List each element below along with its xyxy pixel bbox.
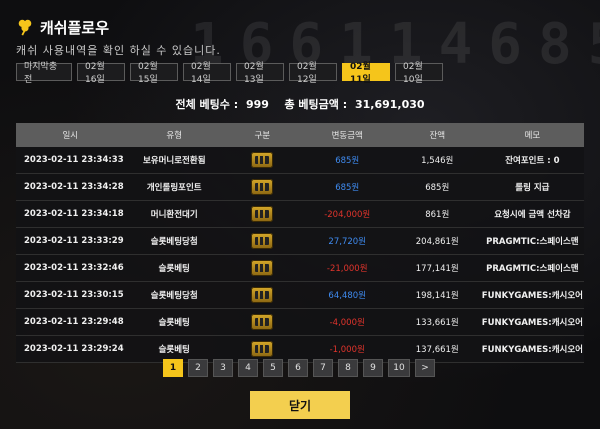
cell-category bbox=[223, 147, 301, 174]
column-header-memo: 메모 bbox=[480, 123, 584, 147]
cell-memo: FUNKYGAMES:캐시오어 bbox=[480, 281, 584, 309]
slot-machine-icon bbox=[251, 287, 274, 303]
cell-category bbox=[223, 308, 301, 336]
cell-date: 2023-02-11 23:34:28 bbox=[16, 173, 125, 201]
table-row: 2023-02-11 23:29:48 슬롯베팅 -4,000원 133,661원 FU… bbox=[16, 308, 584, 336]
cell-balance: 204,861원 bbox=[393, 227, 481, 255]
page-button[interactable]: 7 bbox=[313, 359, 333, 377]
tab-date-active[interactable]: 02월 11일 bbox=[342, 62, 390, 85]
cell-type: 슬롯베팅당첨 bbox=[124, 281, 224, 309]
table-row: 2023-02-11 23:33:29 슬롯베팅당첨 27,720원 204,861원… bbox=[16, 227, 584, 255]
cell-type: 슬롯베팅 bbox=[124, 308, 224, 336]
cell-category bbox=[223, 227, 301, 255]
cell-balance: 198,141원 bbox=[393, 281, 481, 309]
cell-memo: 요청시에 금액 선차감 bbox=[480, 200, 584, 228]
cell-date: 2023-02-11 23:34:33 bbox=[16, 147, 125, 174]
tab-date[interactable]: 02월 14일 bbox=[183, 62, 231, 85]
page-button[interactable]: 5 bbox=[263, 359, 283, 377]
table-row: 2023-02-11 23:34:18 머니환전대기 -204,000원 861원 요청… bbox=[16, 200, 584, 228]
page-button[interactable]: 9 bbox=[363, 359, 383, 377]
column-header-date: 일시 bbox=[16, 123, 125, 147]
tab-date[interactable]: 02월 12일 bbox=[289, 62, 337, 85]
cell-amount: -204,000원 bbox=[300, 200, 394, 228]
page-subtitle: 캐쉬 사용내역을 확인 하실 수 있습니다. bbox=[16, 44, 221, 57]
tab-date[interactable]: 02월 13일 bbox=[236, 62, 284, 85]
cell-amount: 685원 bbox=[300, 147, 394, 174]
page-title: 캐쉬플로우 bbox=[40, 18, 110, 37]
bet-count-label: 전체 베팅수 : bbox=[175, 98, 239, 111]
cell-balance: 685원 bbox=[393, 173, 481, 201]
slot-machine-icon bbox=[251, 206, 274, 222]
close-button[interactable]: 닫기 bbox=[250, 391, 350, 419]
next-page-button[interactable]: > bbox=[415, 359, 435, 377]
slot-machine-icon bbox=[251, 341, 274, 357]
table-header-row: 일시 유형 구분 변동금액 잔액 메모 bbox=[16, 123, 584, 147]
cell-category bbox=[223, 173, 301, 201]
cell-type: 개인롤링포인트 bbox=[124, 173, 224, 201]
table-row: 2023-02-11 23:32:46 슬롯베팅 -21,000원 177,141원 P… bbox=[16, 254, 584, 282]
cell-memo: PRAGMTIC:스페이스맨 bbox=[480, 227, 584, 255]
page-button[interactable]: 10 bbox=[388, 359, 410, 377]
cell-category bbox=[223, 281, 301, 309]
cell-amount: -21,000원 bbox=[300, 254, 394, 282]
cell-memo: FUNKYGAMES:캐시오어 bbox=[480, 335, 584, 363]
tab-date[interactable]: 02월 15일 bbox=[130, 62, 178, 85]
cell-balance: 1,546원 bbox=[393, 147, 481, 174]
cell-balance: 861원 bbox=[393, 200, 481, 228]
cell-category bbox=[223, 200, 301, 228]
cell-balance: 177,141원 bbox=[393, 254, 481, 282]
table-row: 2023-02-11 23:34:33 보유머니로전환됨 685원 1,546원 잔여포… bbox=[16, 147, 584, 174]
cell-date: 2023-02-11 23:34:18 bbox=[16, 200, 125, 228]
column-header-type: 유형 bbox=[124, 123, 224, 147]
cell-memo: PRAGMTIC:스페이스맨 bbox=[480, 254, 584, 282]
pagination: 1 2 3 4 5 6 7 8 9 10 > bbox=[163, 359, 435, 377]
table-row: 2023-02-11 23:34:28 개인롤링포인트 685원 685원 롤링 지급 bbox=[16, 173, 584, 201]
bet-count-value: 999 bbox=[245, 98, 269, 111]
clover-icon bbox=[18, 19, 32, 36]
page-button[interactable]: 6 bbox=[288, 359, 308, 377]
column-header-category: 구분 bbox=[223, 123, 301, 147]
table-row: 2023-02-11 23:30:15 슬롯베팅당첨 64,480원 198,141원… bbox=[16, 281, 584, 309]
cell-date: 2023-02-11 23:32:46 bbox=[16, 254, 125, 282]
cell-memo: 롤링 지급 bbox=[480, 173, 584, 201]
bet-total-label: 총 베팅금액 : bbox=[284, 98, 348, 111]
cell-amount: -4,000원 bbox=[300, 308, 394, 336]
cell-type: 머니환전대기 bbox=[124, 200, 224, 228]
date-tabs: 마지막충전 02월 16일 02월 15일 02월 14일 02월 13일 02… bbox=[16, 62, 443, 85]
bet-summary: 전체 베팅수 : 999 총 베팅금액 : 31,691,030 bbox=[0, 96, 600, 112]
page-button[interactable]: 3 bbox=[213, 359, 233, 377]
page-button-current[interactable]: 1 bbox=[163, 359, 183, 377]
cell-category bbox=[223, 254, 301, 282]
slot-machine-icon bbox=[251, 152, 274, 168]
cell-type: 슬롯베팅당첨 bbox=[124, 227, 224, 255]
cell-type: 슬롯베팅 bbox=[124, 254, 224, 282]
column-header-amount: 변동금액 bbox=[300, 123, 394, 147]
cell-memo: FUNKYGAMES:캐시오어 bbox=[480, 308, 584, 336]
page-button[interactable]: 2 bbox=[188, 359, 208, 377]
bet-total-value: 31,691,030 bbox=[354, 98, 425, 111]
slot-machine-icon bbox=[251, 260, 274, 276]
column-header-balance: 잔액 bbox=[393, 123, 481, 147]
cell-date: 2023-02-11 23:29:24 bbox=[16, 335, 125, 363]
cell-type: 보유머니로전환됨 bbox=[124, 147, 224, 174]
cell-amount: 685원 bbox=[300, 173, 394, 201]
modal-header: 캐쉬플로우 bbox=[16, 14, 109, 40]
slot-machine-icon bbox=[251, 179, 274, 195]
tab-last-charge[interactable]: 마지막충전 bbox=[16, 62, 72, 85]
cell-amount: 27,720원 bbox=[300, 227, 394, 255]
cell-amount: 64,480원 bbox=[300, 281, 394, 309]
tab-date[interactable]: 02월 10일 bbox=[395, 62, 443, 85]
cell-memo: 잔여포인트 : 0 bbox=[480, 147, 584, 174]
tab-date[interactable]: 02월 16일 bbox=[77, 62, 125, 85]
slot-machine-icon bbox=[251, 233, 274, 249]
cell-balance: 133,661원 bbox=[393, 308, 481, 336]
page-button[interactable]: 4 bbox=[238, 359, 258, 377]
cashflow-table: 일시 유형 구분 변동금액 잔액 메모 2023-02-11 23:34:33 보… bbox=[16, 123, 584, 363]
cell-date: 2023-02-11 23:30:15 bbox=[16, 281, 125, 309]
page-button[interactable]: 8 bbox=[338, 359, 358, 377]
slot-machine-icon bbox=[251, 314, 274, 330]
cell-date: 2023-02-11 23:33:29 bbox=[16, 227, 125, 255]
cell-date: 2023-02-11 23:29:48 bbox=[16, 308, 125, 336]
